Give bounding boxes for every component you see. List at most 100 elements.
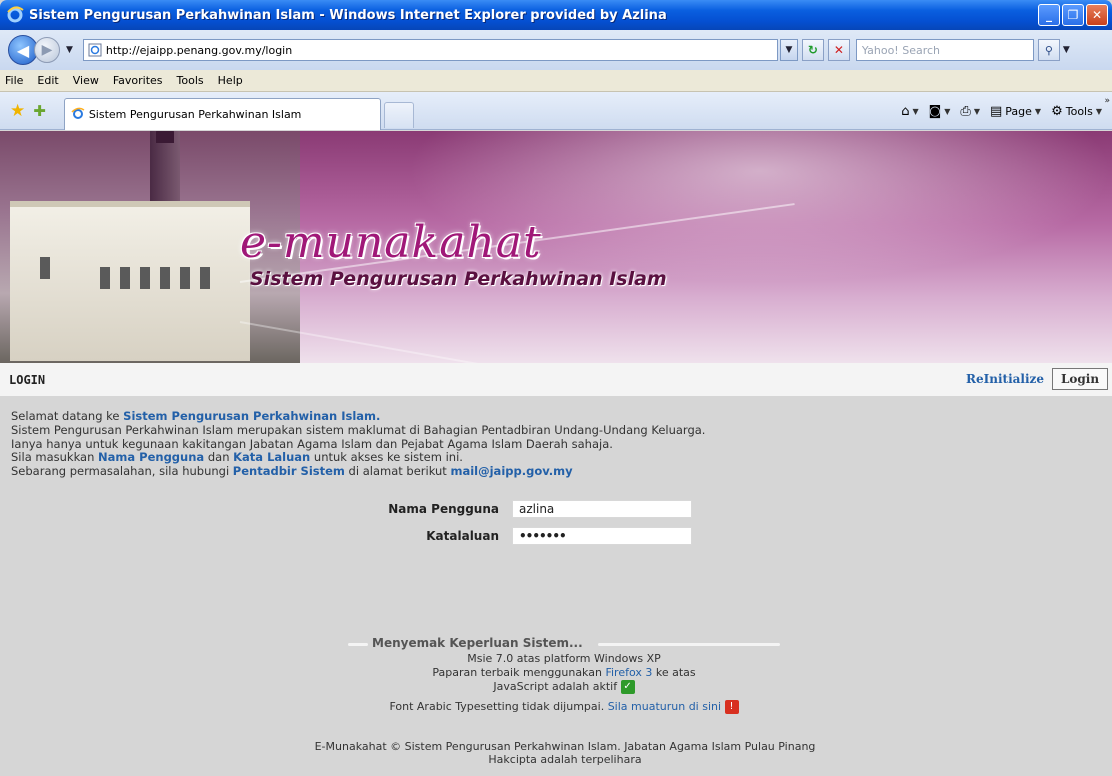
back-arrow-icon: ◀ <box>16 40 30 60</box>
intro-line: Selamat datang ke Sistem Pengurusan Perk… <box>11 409 705 424</box>
building-window <box>180 267 190 289</box>
search-placeholder: Yahoo! Search <box>861 43 940 57</box>
menu-file[interactable]: File <box>0 74 30 87</box>
address-url: http://ejaipp.penang.gov.my/login <box>105 43 293 57</box>
print-button[interactable]: ⎙ ▼ <box>960 104 980 119</box>
menu-bar: File Edit View Favorites Tools Help <box>0 70 1112 92</box>
address-input[interactable]: http://ejaipp.penang.gov.my/login <box>82 39 778 61</box>
req-text-span: Font Arabic Typesetting tidak dijumpai. <box>389 700 608 713</box>
banner-streak <box>239 321 753 363</box>
font-download-link[interactable]: Sila muaturun di sini <box>608 700 721 713</box>
menu-view[interactable]: View <box>66 74 106 87</box>
login-header-bar: LOGIN ReInitialize Login <box>0 363 1112 396</box>
username-highlight: Nama Pengguna <box>98 450 205 465</box>
tab-page-icon <box>71 107 85 119</box>
divider <box>348 643 368 646</box>
req-text-span: JavaScript adalah aktif <box>493 680 618 693</box>
stop-button[interactable]: ✕ <box>827 39 850 61</box>
username-row: Nama Pengguna azlina <box>372 500 692 518</box>
building-window <box>160 267 170 289</box>
divider <box>598 643 780 646</box>
home-button[interactable]: ⌂ ▼ <box>901 104 918 119</box>
building-image <box>10 201 250 361</box>
menu-edit[interactable]: Edit <box>30 74 65 87</box>
rss-feed-icon: ◙ <box>928 103 942 119</box>
username-field[interactable]: azlina <box>512 500 692 518</box>
intro-text-span: dan <box>204 450 234 465</box>
window-title: Sistem Pengurusan Perkahwinan Islam - Wi… <box>29 7 667 23</box>
tools-menu-button[interactable]: ⚙ Tools ▼ <box>1051 104 1102 119</box>
building-window <box>200 267 210 289</box>
requirements-title: Menyemak Keperluan Sistem... <box>370 636 585 650</box>
minimize-button[interactable]: _ <box>1038 4 1060 26</box>
search-button[interactable]: ⚲ <box>1037 39 1060 61</box>
close-button[interactable]: ✕ <box>1086 4 1108 26</box>
new-tab-button[interactable] <box>383 101 414 128</box>
page-title: LOGIN <box>9 372 46 387</box>
main-content: Selamat datang ke Sistem Pengurusan Perk… <box>0 396 1112 776</box>
internet-explorer-icon <box>7 6 24 23</box>
address-dropdown-button[interactable]: ▼ <box>779 39 798 61</box>
password-field[interactable]: ••••••• <box>512 527 692 545</box>
refresh-icon: ↻ <box>807 43 818 57</box>
search-icon: ⚲ <box>1044 43 1053 57</box>
add-favorites-icon[interactable]: ✚ <box>33 102 46 120</box>
menu-tools[interactable]: Tools <box>170 74 211 87</box>
font-status: Font Arabic Typesetting tidak dijumpai. … <box>348 700 780 714</box>
menu-help[interactable]: Help <box>211 74 250 87</box>
intro-text-span: Selamat datang ke <box>11 409 124 423</box>
admin-link[interactable]: Pentadbir Sistem <box>233 464 345 478</box>
forward-button[interactable]: ▶ <box>34 37 60 63</box>
site-subtitle: Sistem Pengurusan Perkahwinan Islam <box>250 268 667 290</box>
tab-active[interactable]: Sistem Pengurusan Perkahwinan Islam <box>63 97 381 130</box>
password-highlight: Kata Laluan <box>233 450 311 465</box>
footer-rights: Hakcipta adalah terpelihara <box>488 753 642 766</box>
warning-icon: ! <box>724 700 739 714</box>
address-toolbar: ◀ ▶ ▼ http://ejaipp.penang.gov.my/login … <box>0 30 1112 70</box>
intro-text-span: di alamat berikut <box>344 464 451 479</box>
history-dropdown-icon[interactable]: ▼ <box>66 45 73 55</box>
search-options-icon[interactable]: ▼ <box>1063 45 1073 55</box>
intro-line: Sila masukkan Nama Pengguna dan Kata Lal… <box>11 450 705 465</box>
page-icon: ▤ <box>989 103 1003 119</box>
browser-info: Msie 7.0 atas platform Windows XP <box>467 652 661 665</box>
menu-favorites[interactable]: Favorites <box>106 74 170 87</box>
building-window <box>100 267 110 289</box>
footer: E-Munakahat © Sistem Pengurusan Perkahwi… <box>0 740 1112 766</box>
building-window <box>120 267 130 289</box>
building-window <box>40 257 50 279</box>
intro-text-span: Sebarang permasalahan, sila hubungi <box>11 464 233 479</box>
reinitialize-link[interactable]: ReInitialize <box>966 372 1044 386</box>
intro-text: Selamat datang ke Sistem Pengurusan Perk… <box>11 409 706 479</box>
tab-bar: ★ ✚ Sistem Pengurusan Perkahwinan Islam … <box>0 92 1112 130</box>
system-name-link: Sistem Pengurusan Perkahwinan Islam. <box>123 409 381 423</box>
favorites-center-icon[interactable]: ★ <box>10 101 25 121</box>
intro-line: Sistem Pengurusan Perkahwinan Islam meru… <box>11 422 706 437</box>
stop-icon: ✕ <box>833 43 844 57</box>
maximize-button[interactable]: ❐ <box>1062 4 1084 26</box>
building-window <box>140 267 150 289</box>
page-menu-button[interactable]: ▤ Page ▼ <box>990 104 1041 119</box>
feeds-button[interactable]: ◙ ▼ <box>929 104 951 119</box>
footer-copyright: E-Munakahat © Sistem Pengurusan Perkahwi… <box>314 740 816 753</box>
intro-text-span: Sila masukkan <box>11 450 99 465</box>
intro-line: Sebarang permasalahan, sila hubungi Pent… <box>11 464 705 479</box>
email-link[interactable]: mail@jaipp.gov.my <box>450 464 572 478</box>
password-row: Katalaluan ••••••• <box>372 527 692 545</box>
home-icon: ⌂ <box>901 103 910 119</box>
tab-label: Sistem Pengurusan Perkahwinan Islam <box>88 107 302 121</box>
check-ok-icon: ✓ <box>620 680 635 694</box>
page-menu-label: Page <box>1005 104 1032 118</box>
chevron-more-icon[interactable]: » <box>1104 96 1110 106</box>
refresh-button[interactable]: ↻ <box>801 39 824 61</box>
req-text-span: ke atas <box>652 666 696 679</box>
login-button[interactable]: Login <box>1052 368 1108 390</box>
intro-line: Ianya hanya untuk kegunaan kakitangan Ja… <box>11 436 613 451</box>
intro-text-span: untuk akses ke sistem ini. <box>310 450 463 465</box>
javascript-status: JavaScript adalah aktif ✓ <box>348 680 780 694</box>
window-titlebar[interactable]: Sistem Pengurusan Perkahwinan Islam - Wi… <box>0 0 1112 30</box>
command-bar: ⌂ ▼ ◙ ▼ ⎙ ▼ ▤ Page ▼ ⚙ Tools ▼ <box>901 92 1102 130</box>
search-input[interactable]: Yahoo! Search <box>855 39 1034 61</box>
forward-arrow-icon: ▶ <box>41 42 53 58</box>
firefox-link[interactable]: Firefox 3 <box>605 666 652 679</box>
